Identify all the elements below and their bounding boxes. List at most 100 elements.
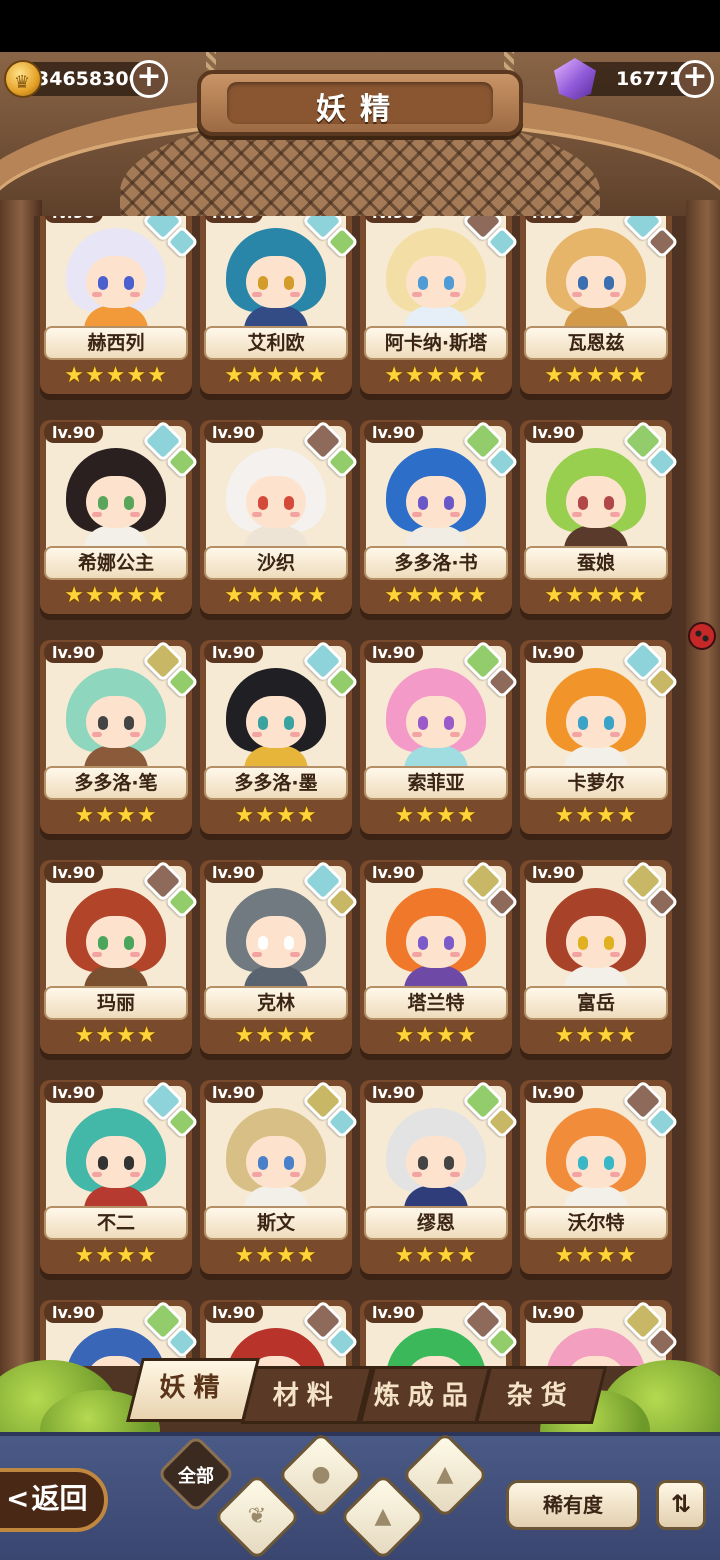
fairy-card[interactable]: lv.90 沙织 ★★★★★ bbox=[200, 419, 359, 614]
level-badge: lv.90 bbox=[44, 216, 103, 223]
fairy-avatar bbox=[386, 448, 486, 562]
fairy-card[interactable]: lv.90 蚕娘 ★★★★★ bbox=[520, 419, 679, 614]
star-rating: ★★★★★ bbox=[544, 583, 648, 608]
tab-fairy[interactable]: 妖精 bbox=[126, 1358, 260, 1422]
fairy-card[interactable]: lv.90 希娜公主 ★★★★★ bbox=[40, 419, 199, 614]
fairy-card[interactable]: lv.90 塔兰特 ★★★★ bbox=[360, 859, 519, 1054]
tab-misc[interactable]: 杂货 bbox=[474, 1366, 608, 1424]
fairy-card[interactable]: lv.90 缪恩 ★★★★ bbox=[360, 1079, 519, 1274]
fairy-avatar bbox=[386, 668, 486, 782]
fairy-name: 玛丽 bbox=[44, 986, 188, 1020]
fairy-card[interactable]: lv.90 瓦恩兹 ★★★★★ bbox=[520, 216, 679, 394]
fairy-name: 不二 bbox=[44, 1206, 188, 1240]
leaf-icon: ❦ bbox=[247, 1504, 267, 1529]
level-badge: lv.90 bbox=[204, 642, 263, 663]
back-button[interactable]: <返回 bbox=[0, 1468, 108, 1532]
star-rating: ★★★★★ bbox=[384, 363, 488, 388]
fairy-name: 沙织 bbox=[204, 546, 348, 580]
star-rating: ★★★★ bbox=[74, 803, 158, 828]
status-bar bbox=[0, 0, 720, 52]
gem-counter: 16771 + bbox=[554, 58, 714, 100]
level-badge: lv.90 bbox=[44, 422, 103, 443]
fairy-card[interactable]: lv.90 多多洛·书 ★★★★★ bbox=[360, 419, 519, 614]
level-badge: lv.90 bbox=[44, 642, 103, 663]
level-badge: lv.90 bbox=[204, 422, 263, 443]
fairy-card[interactable]: lv.90 艾利欧 ★★★★★ bbox=[200, 216, 359, 394]
star-rating: ★★★★ bbox=[394, 803, 478, 828]
fairy-avatar bbox=[66, 668, 166, 782]
level-badge: lv.90 bbox=[364, 1082, 423, 1103]
level-badge: lv.90 bbox=[364, 642, 423, 663]
back-label: 返回 bbox=[31, 1482, 88, 1515]
add-gold-button[interactable]: + bbox=[130, 60, 168, 98]
star-rating: ★★★★ bbox=[554, 1023, 638, 1048]
tab-materials[interactable]: 材料 bbox=[240, 1366, 374, 1424]
fairy-avatar bbox=[386, 228, 486, 342]
level-badge: lv.90 bbox=[524, 862, 583, 883]
fairy-card[interactable]: lv.90 不二 ★★★★ bbox=[40, 1079, 199, 1274]
sort-order-button[interactable]: ⇅ bbox=[656, 1480, 706, 1530]
fairy-avatar bbox=[226, 668, 326, 782]
fairy-card[interactable]: lv.90 多多洛·墨 ★★★★ bbox=[200, 639, 359, 834]
fairy-avatar bbox=[546, 1108, 646, 1222]
filter-all-label: 全部 bbox=[178, 1466, 214, 1487]
fairy-name: 斯文 bbox=[204, 1206, 348, 1240]
level-badge: lv.90 bbox=[524, 422, 583, 443]
page-title: 妖精 bbox=[316, 92, 404, 127]
star-rating: ★★★★★ bbox=[64, 583, 168, 608]
level-badge: lv.90 bbox=[204, 1302, 263, 1323]
star-rating: ★★★★ bbox=[234, 1243, 318, 1268]
right-pillar bbox=[686, 200, 720, 1380]
star-rating: ★★★★ bbox=[554, 1243, 638, 1268]
fairy-card[interactable]: lv.90 富岳 ★★★★ bbox=[520, 859, 679, 1054]
star-rating: ★★★★★ bbox=[544, 363, 648, 388]
fairy-card[interactable]: lv.90 阿卡纳·斯塔 ★★★★★ bbox=[360, 216, 519, 394]
fairy-name: 多多洛·书 bbox=[364, 546, 508, 580]
fairy-name: 艾利欧 bbox=[204, 326, 348, 360]
star-rating: ★★★★ bbox=[554, 803, 638, 828]
level-badge: lv.90 bbox=[44, 862, 103, 883]
level-badge: lv.90 bbox=[364, 862, 423, 883]
fairy-card[interactable]: lv.90 斯文 ★★★★ bbox=[200, 1079, 359, 1274]
fairy-name: 索菲亚 bbox=[364, 766, 508, 800]
level-badge: lv.90 bbox=[204, 216, 263, 223]
fairy-card[interactable]: lv.90 克林 ★★★★ bbox=[200, 859, 359, 1054]
fairy-card[interactable]: lv.90 沃尔特 ★★★★ bbox=[520, 1079, 679, 1274]
fairy-name: 缪恩 bbox=[364, 1206, 508, 1240]
add-gem-button[interactable]: + bbox=[676, 60, 714, 98]
fairy-avatar bbox=[546, 228, 646, 342]
gold-counter: 34658306 + bbox=[4, 60, 168, 100]
fairy-name: 赫西列 bbox=[44, 326, 188, 360]
fairy-card[interactable]: lv.90 多多洛·笔 ★★★★ bbox=[40, 639, 199, 834]
fairy-avatar bbox=[226, 888, 326, 1002]
fairy-grid[interactable]: lv.90 赫西列 ★★★★★ lv.90 艾利欧 ★★★★★ bbox=[34, 216, 686, 1366]
star-rating: ★★★★★ bbox=[64, 363, 168, 388]
fairy-avatar bbox=[226, 448, 326, 562]
ladybug-icon[interactable] bbox=[688, 622, 716, 650]
fairy-avatar bbox=[226, 228, 326, 342]
level-badge: lv.90 bbox=[204, 862, 263, 883]
fairy-name: 卡萝尔 bbox=[524, 766, 668, 800]
water-icon: ● bbox=[311, 1462, 331, 1487]
fairy-card[interactable]: lv.90 玛丽 ★★★★ bbox=[40, 859, 199, 1054]
fairy-card[interactable]: lv.90 赫西列 ★★★★★ bbox=[40, 216, 199, 394]
fairy-avatar bbox=[226, 1108, 326, 1222]
level-badge: lv.90 bbox=[44, 1082, 103, 1103]
fairy-card[interactable]: lv.90 卡萝尔 ★★★★ bbox=[520, 639, 679, 834]
level-badge: lv.90 bbox=[204, 1082, 263, 1103]
level-badge: lv.90 bbox=[44, 1302, 103, 1323]
tab-crafted[interactable]: 炼成品 bbox=[358, 1366, 492, 1424]
fairy-avatar bbox=[386, 1108, 486, 1222]
fairy-name: 克林 bbox=[204, 986, 348, 1020]
fairy-avatar bbox=[66, 228, 166, 342]
fairy-name: 瓦恩兹 bbox=[524, 326, 668, 360]
fairy-name: 多多洛·笔 bbox=[44, 766, 188, 800]
fairy-avatar bbox=[546, 448, 646, 562]
sort-rarity-button[interactable]: 稀有度 bbox=[506, 1480, 640, 1530]
star-rating: ★★★★★ bbox=[224, 363, 328, 388]
fairy-card[interactable]: lv.90 索菲亚 ★★★★ bbox=[360, 639, 519, 834]
level-badge: lv.90 bbox=[364, 216, 423, 223]
level-badge: lv.90 bbox=[524, 642, 583, 663]
level-badge: lv.90 bbox=[524, 1082, 583, 1103]
star-rating: ★★★★★ bbox=[224, 583, 328, 608]
